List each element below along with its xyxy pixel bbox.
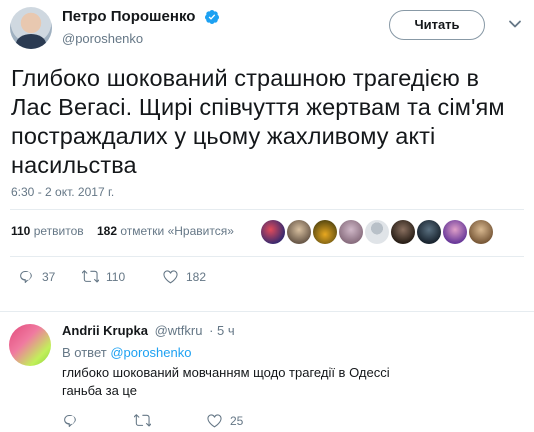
retweet-icon xyxy=(134,414,151,427)
liker-avatar[interactable] xyxy=(339,220,363,244)
tweet-timestamp[interactable]: 6:30 - 2 окт. 2017 г. xyxy=(11,185,114,199)
retweet-button[interactable]: 110 xyxy=(82,268,125,285)
like-count: 182 xyxy=(186,269,207,284)
likes-count: 182 xyxy=(96,224,118,238)
like-count: 25 xyxy=(230,413,244,428)
liker-avatar[interactable] xyxy=(261,220,285,244)
avatar[interactable] xyxy=(9,324,51,366)
liker-avatar[interactable] xyxy=(313,220,337,244)
liker-avatar[interactable] xyxy=(443,220,467,244)
retweets-stat[interactable]: 110 ретвитов xyxy=(11,224,84,238)
verified-icon xyxy=(204,9,219,24)
reply-time[interactable]: · 5 ч xyxy=(209,323,235,338)
likes-label: отметки «Нравится» xyxy=(120,224,234,238)
reply-tweet[interactable]: Andrii Krupka @wtfkru · 5 ч В ответ @por… xyxy=(0,311,534,432)
reply-context: В ответ @poroshenko xyxy=(62,345,191,360)
engagement-stats: 110 ретвитов 182 отметки «Нравится» xyxy=(11,224,234,238)
reply-handle[interactable]: @wtfkru xyxy=(155,323,203,338)
caret-down-icon[interactable] xyxy=(508,17,522,31)
tweet-text: Глибоко шокований страшною трагедією в Л… xyxy=(11,65,505,178)
retweets-label: ретвитов xyxy=(33,224,84,238)
reply-count: 37 xyxy=(42,269,56,284)
retweet-count: 110 xyxy=(106,269,126,284)
avatar[interactable] xyxy=(10,7,52,49)
liker-avatar[interactable] xyxy=(365,220,389,244)
liker-avatar[interactable] xyxy=(391,220,415,244)
reply-display-name[interactable]: Andrii Krupka xyxy=(62,323,148,338)
liker-avatar[interactable] xyxy=(417,220,441,244)
like-icon xyxy=(207,414,222,428)
reply-icon xyxy=(20,270,32,283)
retweet-button[interactable] xyxy=(134,412,158,429)
reply-prefix: В ответ xyxy=(62,345,107,360)
reply-mention-link[interactable]: @poroshenko xyxy=(110,345,191,360)
likes-stat[interactable]: 182 отметки «Нравится» xyxy=(97,224,234,238)
like-button[interactable]: 25 xyxy=(206,412,243,429)
reply-author: Andrii Krupka @wtfkru · 5 ч xyxy=(62,323,235,338)
author-display-name[interactable]: Петро Порошенко xyxy=(62,8,195,25)
reply-icon xyxy=(64,414,76,427)
avatar-shoulders xyxy=(16,34,46,49)
liker-avatar[interactable] xyxy=(469,220,493,244)
main-tweet: Петро Порошенко @poroshenko Читать Глибо… xyxy=(0,0,534,301)
author-handle[interactable]: @poroshenko xyxy=(62,31,220,46)
author-block: Петро Порошенко @poroshenko xyxy=(62,8,220,46)
reply-text-line: глибоко шокований мовчанням щодо трагеді… xyxy=(62,365,390,380)
reply-text-line: ганьба за це xyxy=(62,383,137,398)
divider xyxy=(10,209,524,210)
reply-button[interactable] xyxy=(62,412,86,429)
like-icon xyxy=(163,270,178,284)
reply-text: глибоко шокований мовчанням щодо трагеді… xyxy=(62,364,512,400)
retweet-icon xyxy=(82,270,99,283)
retweets-count: 110 xyxy=(11,224,31,238)
follow-button[interactable]: Читать xyxy=(389,10,485,40)
reply-button[interactable]: 37 xyxy=(18,268,55,285)
divider xyxy=(10,256,524,257)
like-button[interactable]: 182 xyxy=(162,268,206,285)
liker-avatar[interactable] xyxy=(287,220,311,244)
